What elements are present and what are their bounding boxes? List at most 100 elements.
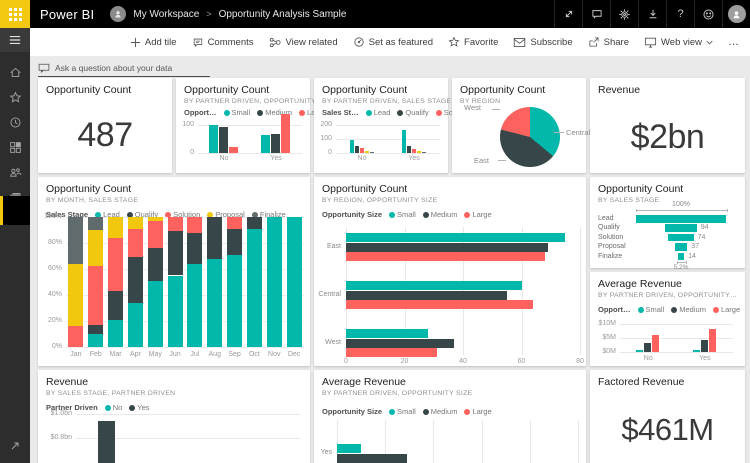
stack-segment (187, 217, 202, 233)
web-view-dropdown[interactable]: Web view (644, 37, 713, 48)
view-related-button[interactable]: View related (269, 37, 338, 48)
axis-label: Jul (190, 351, 199, 358)
axis-label: 100% (44, 213, 62, 220)
stack-segment (128, 257, 143, 303)
axis-label: 200 (320, 121, 332, 128)
set-as-featured-button[interactable]: Set as featured (353, 36, 433, 48)
stack-segment (168, 276, 183, 348)
current-dashboard-indicator[interactable] (0, 196, 30, 225)
favorite-button[interactable]: Favorite (448, 36, 498, 48)
breadcrumb-separator: > (206, 9, 211, 19)
axis-label: 37 (691, 243, 699, 250)
tile-opportunity-count-card[interactable]: Opportunity Count 487 (38, 78, 172, 173)
recent-nav-button[interactable] (0, 110, 30, 134)
axis-label: 80% (48, 239, 62, 246)
bar (636, 350, 643, 352)
subscribe-button[interactable]: Subscribe (513, 37, 572, 48)
stack-segment (68, 326, 83, 347)
bar (407, 146, 411, 153)
stack-segment (227, 255, 242, 347)
tile-count-by-partner-stage[interactable]: Opportunity Count BY PARTNER DRIVEN, SAL… (314, 78, 448, 173)
axis-label: 94 (701, 224, 709, 231)
comment-icon (192, 37, 204, 48)
gridline (336, 153, 440, 154)
funnel-bar (636, 215, 726, 223)
feedback-icon[interactable] (694, 0, 722, 28)
breadcrumb-item[interactable]: Opportunity Analysis Sample (219, 9, 347, 20)
tile-title: Factored Revenue (598, 376, 684, 388)
breadcrumb-workspace[interactable]: My Workspace (133, 9, 199, 20)
gridline (580, 227, 581, 355)
bar (350, 140, 354, 153)
more-options-button[interactable]: … (728, 36, 740, 48)
gridline (76, 414, 300, 415)
tile-count-by-region-size[interactable]: Opportunity Count BY REGION, OPPORTUNITY… (314, 177, 586, 366)
axis-label: $0.8bn (51, 434, 72, 441)
axis-label: Dec (288, 351, 300, 358)
left-nav (0, 28, 30, 463)
expand-nav-button[interactable] (0, 435, 30, 457)
monitor-icon (644, 37, 657, 48)
stack-segment (148, 221, 163, 248)
app-launcher-button[interactable] (0, 0, 30, 28)
gridline (198, 153, 302, 154)
bar (365, 151, 369, 153)
bar (346, 281, 522, 290)
star-icon (448, 36, 460, 48)
share-button[interactable]: Share (588, 36, 629, 48)
home-nav-button[interactable] (0, 60, 30, 84)
stack-segment (88, 334, 103, 347)
tile-avg-revenue-by-size[interactable]: Average Revenue BY PARTNER DRIVEN, OPPOR… (314, 370, 586, 463)
topbar-actions: ? (554, 0, 750, 28)
waffle-icon (9, 8, 22, 21)
fullscreen-icon[interactable] (554, 0, 582, 28)
axis-label: 100% (672, 201, 690, 208)
axis-label: Central (566, 128, 590, 137)
tile-avg-revenue[interactable]: Average Revenue BY PARTNER DRIVEN, OPPOR… (590, 272, 745, 366)
tile-count-by-month-stage[interactable]: Opportunity Count BY MONTH, SALES STAGE … (38, 177, 310, 366)
tile-revenue-card[interactable]: Revenue $2bn (590, 78, 745, 173)
settings-icon[interactable] (610, 0, 638, 28)
stack-segment (108, 291, 123, 320)
axis-label: $10M (598, 320, 616, 327)
menu-button[interactable] (0, 28, 30, 52)
stack-segment (68, 217, 83, 264)
favorites-nav-button[interactable] (0, 85, 30, 109)
tile-count-funnel[interactable]: Opportunity Count BY SALES STAGE 100%Lea… (590, 177, 745, 268)
bar-chart: 020406080EastCentralWest (314, 177, 586, 366)
tile-count-by-region-pie[interactable]: Opportunity Count BY REGION CentralEastW… (452, 78, 586, 173)
tile-revenue-by-stage[interactable]: Revenue BY SALES STAGE, PARTNER DRIVEN P… (38, 370, 310, 463)
apps-nav-button[interactable] (0, 135, 30, 159)
gridline (66, 347, 304, 348)
bar (346, 291, 507, 300)
bar (281, 114, 290, 153)
stack-segment (88, 266, 103, 325)
qna-search-input[interactable]: Ask a question about your data (38, 60, 210, 77)
leader-line (554, 132, 564, 133)
stack-segment (148, 248, 163, 281)
stack-segment (227, 229, 242, 255)
comments-button[interactable]: Comments (192, 37, 254, 48)
tile-factored-revenue-card[interactable]: Factored Revenue $461M (590, 370, 745, 463)
download-icon[interactable] (638, 0, 666, 28)
notifications-icon[interactable] (582, 0, 610, 28)
shared-with-me-nav-button[interactable] (0, 160, 30, 184)
axis-label: Solution (598, 234, 623, 241)
stack-segment (88, 217, 103, 230)
powerbi-logo[interactable]: Power BI (40, 7, 94, 22)
gridline (620, 338, 733, 339)
gridline (578, 420, 579, 463)
axis-label: Nov (268, 351, 280, 358)
axis-label: 20% (48, 317, 62, 324)
share-icon (588, 36, 600, 48)
axis-label: 80 (576, 358, 584, 365)
dashboard-toolbar: Add tile Comments View related Set as fe… (30, 28, 750, 56)
qna-placeholder: Ask a question about your data (55, 63, 172, 73)
workspace-avatar[interactable] (110, 6, 126, 22)
tile-count-by-partner-size[interactable]: Opportunity Count BY PARTNER DRIVEN, OPP… (176, 78, 310, 173)
gridline (482, 420, 483, 463)
help-icon[interactable]: ? (666, 0, 694, 28)
profile-avatar[interactable] (722, 0, 750, 28)
stack-segment (207, 259, 222, 347)
add-tile-button[interactable]: Add tile (130, 37, 177, 48)
